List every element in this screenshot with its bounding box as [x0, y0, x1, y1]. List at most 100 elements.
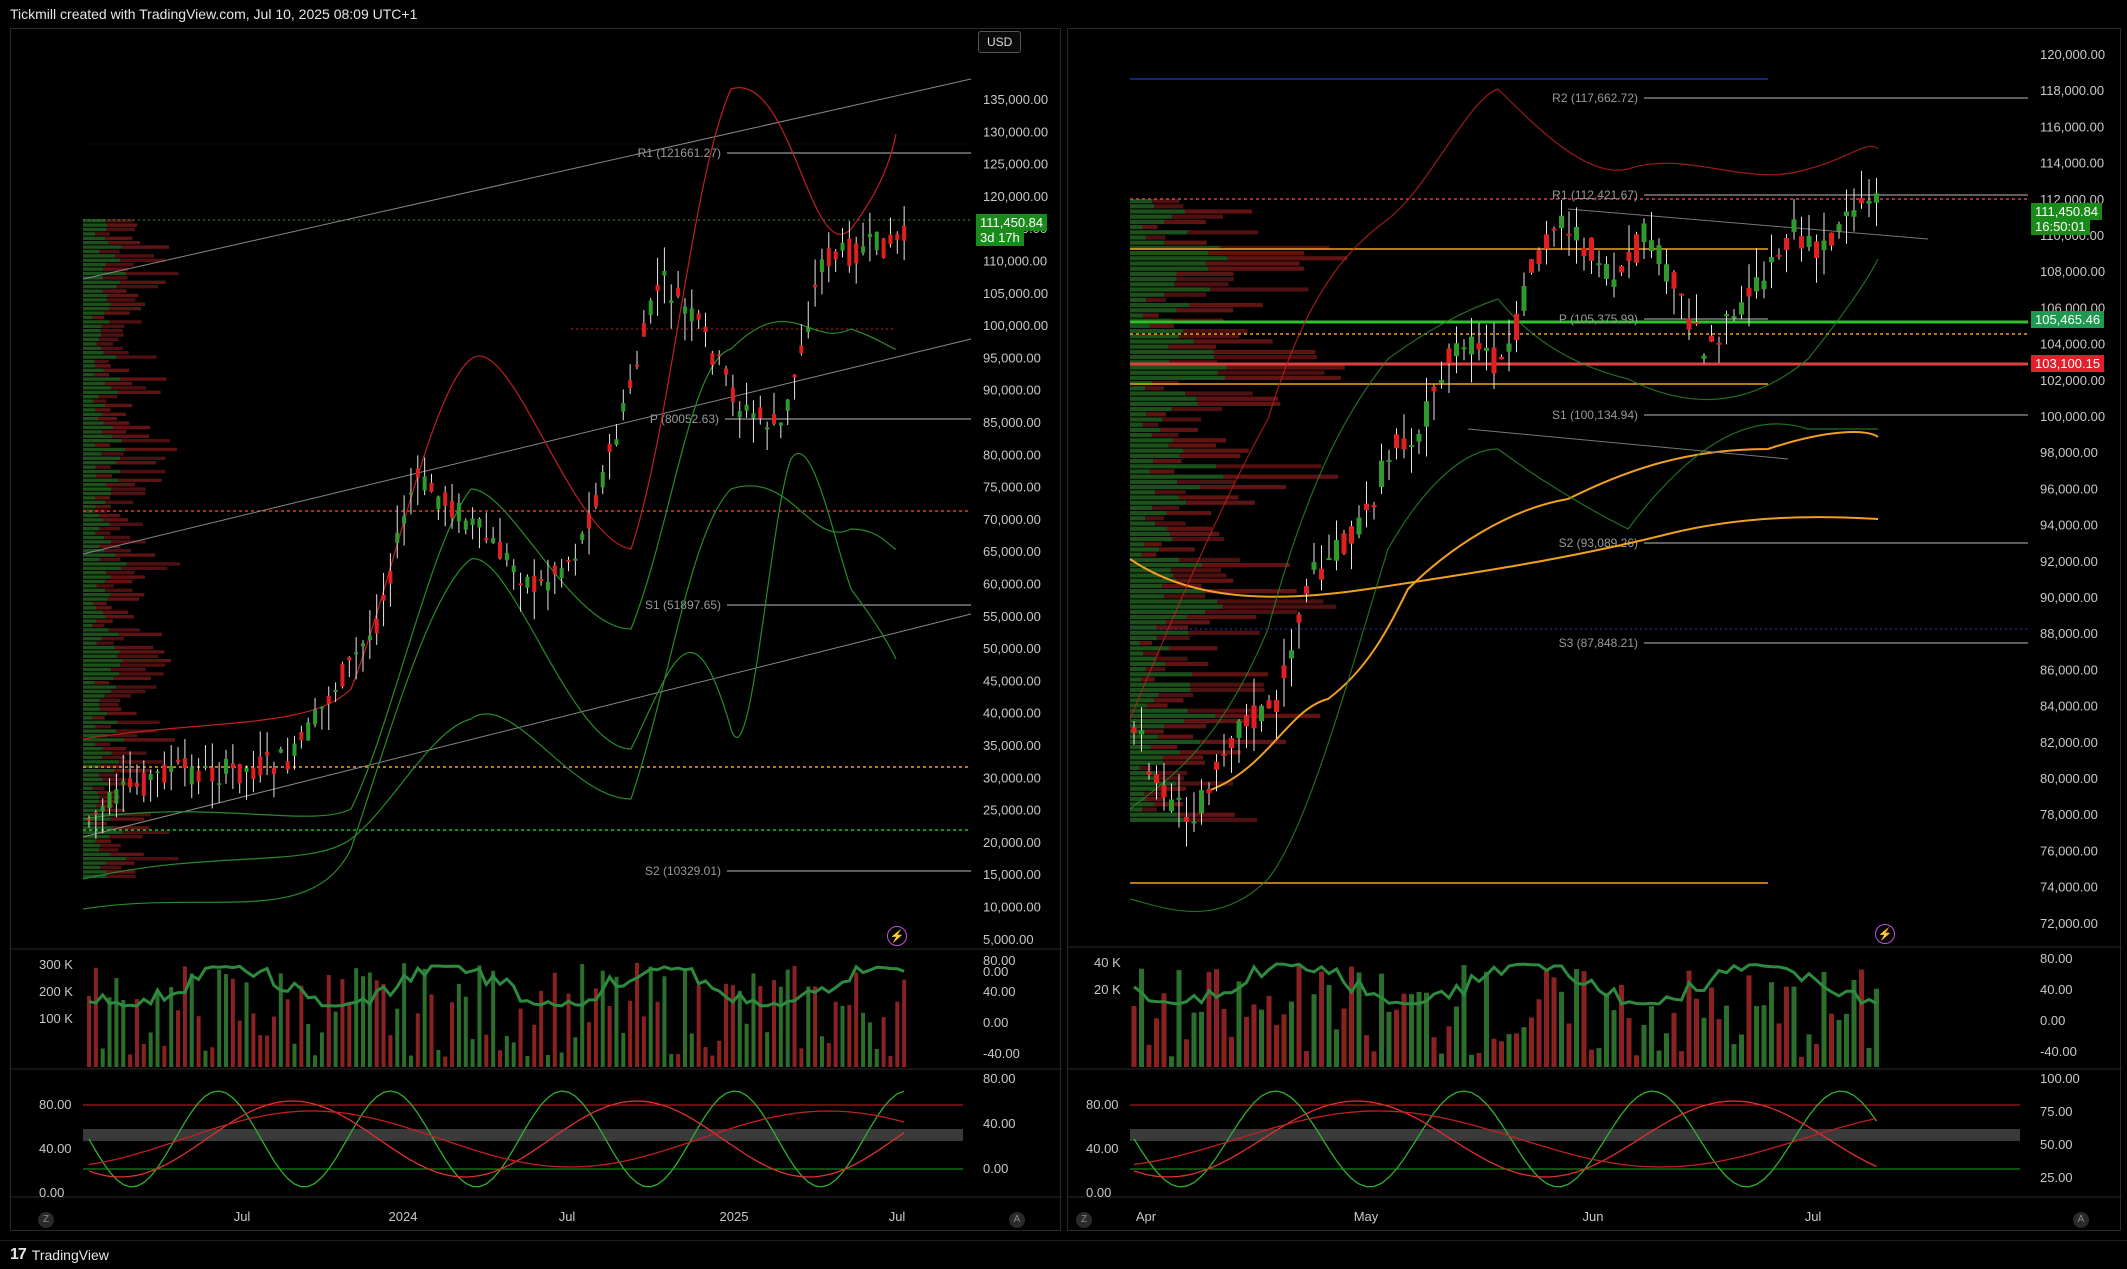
currency-button[interactable]: USD — [978, 31, 1022, 53]
zoom-button[interactable]: Z — [1076, 1212, 1092, 1228]
volume-profile-bar — [1130, 719, 1184, 724]
volume-profile-bar — [1146, 412, 1167, 417]
volume-profile-bar — [1130, 609, 1206, 614]
right-chart-canvas[interactable]: 120,000.00 118,000.00 116,000.00 114,000.00… — [1068, 29, 2122, 1232]
volume-bar — [703, 1047, 708, 1067]
volume-profile-bar — [83, 843, 100, 848]
volume-profile-bar — [95, 443, 110, 447]
volume-profile-bar — [110, 575, 145, 579]
right-chart-panel[interactable]: 120,000.00 118,000.00 116,000.00 114,000.00… — [1067, 28, 2122, 1232]
volume-profile-bar — [83, 601, 94, 606]
candle-body — [559, 568, 564, 579]
candle-body — [1709, 335, 1714, 342]
volume-profile-bar — [83, 760, 119, 764]
volume-bar — [1484, 971, 1489, 1067]
candle-body — [744, 404, 749, 411]
volume-profile-bar — [1130, 786, 1156, 791]
volume-bar — [1611, 1010, 1617, 1067]
tradingview-logo-icon: 17 — [10, 1246, 27, 1263]
left-chart-panel[interactable]: 135,000.00 130,000.00 125,000.00 120,000.00… — [10, 28, 1062, 1232]
volume-bar — [682, 968, 687, 1067]
volume-profile-bar — [1130, 500, 1187, 505]
candle-body — [292, 743, 297, 756]
volume-profile-bar — [1130, 313, 1143, 318]
rsi-axis-label: -40.00 — [983, 1046, 1020, 1061]
volume-bar — [1649, 1006, 1654, 1067]
candle-body — [1746, 287, 1752, 297]
volume-bar — [1746, 975, 1752, 1067]
candle-body — [854, 243, 859, 264]
volume-bar — [1386, 1011, 1392, 1067]
volume-profile-bar — [1154, 698, 1184, 703]
volume-profile-bar — [102, 412, 126, 416]
volume-profile-bar — [1152, 505, 1180, 510]
volume-profile-bar — [83, 615, 106, 619]
candle-body — [902, 225, 907, 241]
candle-body — [1214, 761, 1219, 770]
lightning-icon[interactable]: ⚡ — [887, 926, 907, 946]
x-axis-label: Apr — [1136, 1209, 1157, 1224]
volume-bar — [388, 1035, 393, 1067]
volume-bar — [840, 1005, 845, 1067]
zoom-button[interactable]: Z — [38, 1212, 54, 1228]
stoch-axis-label: 0.00 — [39, 1185, 64, 1200]
volume-profile-bar — [1130, 365, 1227, 370]
volume-profile-bar — [95, 725, 111, 729]
volume-profile-bar — [1185, 391, 1253, 396]
x-axis-label: Jul — [1805, 1209, 1822, 1224]
volume-profile-bar — [108, 628, 140, 632]
volume-profile-bar — [1130, 812, 1178, 817]
volume-profile-bar — [119, 672, 164, 676]
candle-body — [1716, 342, 1722, 345]
stoch-axis-label: 25.00 — [2040, 1170, 2073, 1185]
candle-body — [1304, 586, 1309, 594]
volume-profile-bar — [1224, 375, 1342, 380]
volume-profile-bar — [1190, 682, 1264, 687]
candle-body — [676, 288, 681, 297]
auto-scale-button[interactable]: A — [1009, 1212, 1025, 1228]
volume-bar — [217, 969, 222, 1067]
candle-body — [785, 399, 790, 412]
candle-body — [354, 652, 359, 655]
candle-body — [395, 532, 400, 543]
candle-body — [1349, 526, 1354, 544]
volume-profile-bar — [108, 241, 140, 245]
left-chart-canvas[interactable]: 135,000.00 130,000.00 125,000.00 120,000.00… — [11, 29, 1062, 1232]
lightning-icon[interactable]: ⚡ — [1875, 924, 1895, 944]
volume-bar — [265, 1035, 270, 1067]
volume-profile-bar — [1186, 615, 1257, 620]
volume-profile-bar — [1217, 599, 1324, 604]
auto-scale-button[interactable]: A — [2073, 1212, 2089, 1228]
candle-body — [1199, 790, 1204, 814]
y-axis-tick-label: 70,000.00 — [983, 512, 1041, 527]
candle-body — [176, 759, 181, 763]
x-axis-label: Jul — [559, 1209, 576, 1224]
volume-profile-bar — [1130, 490, 1155, 495]
volume-profile-bar — [83, 566, 121, 570]
stoch-axis-label: 0.00 — [1086, 1185, 1111, 1200]
volume-bar — [128, 1054, 133, 1067]
volume-profile-bar — [83, 395, 99, 399]
y-axis-tick-label: 96,000.00 — [2040, 481, 2098, 496]
volume-profile-bar — [1149, 323, 1174, 328]
volume-profile-bar — [1214, 355, 1318, 360]
volume-profile-bar — [101, 333, 124, 337]
volume-profile-bar — [83, 232, 96, 236]
volume-profile-bar — [83, 667, 112, 672]
volume-profile-bar — [1130, 542, 1145, 547]
volume-profile-bar — [96, 619, 113, 623]
volume-axis-label: 300 K — [39, 957, 73, 972]
volume-profile-bar — [115, 461, 157, 465]
volume-bar — [641, 1016, 646, 1067]
candle-body — [1739, 302, 1744, 315]
volume-profile-bar — [1130, 292, 1165, 297]
y-axis-tick-label: 116,000.00 — [2040, 119, 2104, 134]
volume-profile-bar — [1139, 641, 1152, 646]
volume-bar — [100, 1048, 105, 1067]
volume-bar — [806, 986, 811, 1067]
volume-profile-bar — [1130, 422, 1143, 427]
candle-body — [1221, 754, 1227, 757]
volume-profile-bar — [83, 236, 106, 240]
volume-profile-bar — [1130, 334, 1180, 339]
volume-profile-bar — [1208, 266, 1304, 271]
